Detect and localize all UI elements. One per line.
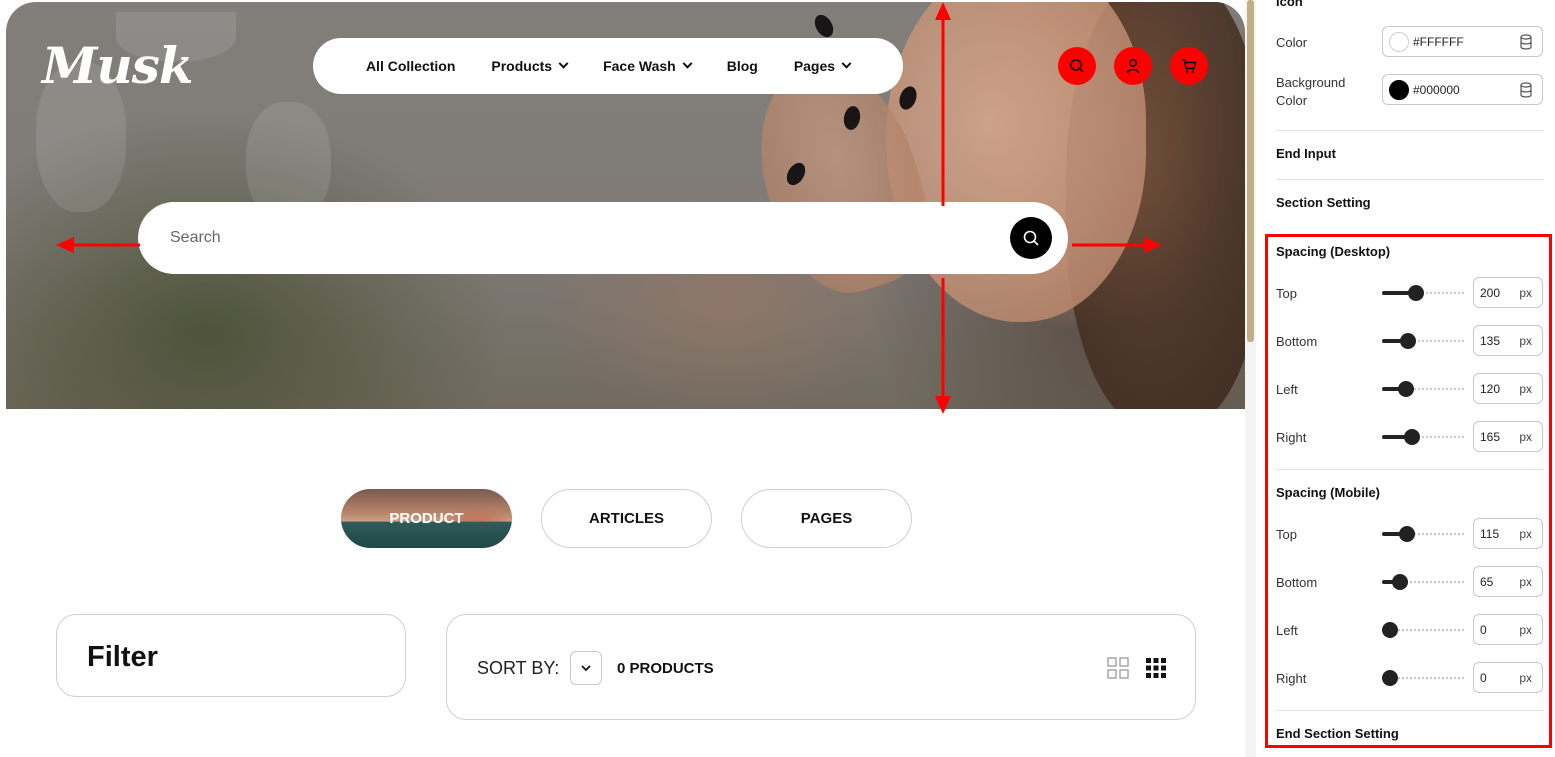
background-color-picker[interactable]: #000000 — [1382, 74, 1543, 105]
nav-item-pages[interactable]: Pages — [794, 58, 852, 74]
icon-section-title: Icon — [1276, 0, 1303, 9]
search-input[interactable] — [170, 222, 970, 254]
database-icon — [1520, 82, 1532, 98]
header-account-button[interactable] — [1114, 47, 1152, 85]
hero-search-bar — [138, 202, 1068, 274]
preview-scrollbar[interactable] — [1245, 0, 1256, 757]
search-icon — [1070, 59, 1084, 73]
search-icon — [1023, 230, 1039, 246]
arrow-down-icon — [935, 278, 951, 414]
tab-articles[interactable]: ARTICLES — [541, 489, 712, 548]
nav-item-products[interactable]: Products — [491, 58, 569, 74]
section-setting-heading[interactable]: Section Setting — [1276, 195, 1371, 210]
filter-title: Filter — [87, 641, 158, 673]
brand-logo[interactable]: Musk — [42, 36, 193, 95]
store-preview: Musk All Collection Products Face Wash B… — [0, 0, 1256, 757]
grid-2-view-icon[interactable] — [1107, 657, 1129, 679]
background-color-label: Background Color — [1276, 75, 1346, 108]
nav-item-blog[interactable]: Blog — [727, 58, 758, 74]
color-swatch — [1389, 80, 1409, 100]
preview-scrollbar-thumb[interactable] — [1247, 0, 1254, 342]
arrow-left-icon — [56, 237, 140, 253]
main-navigation: All Collection Products Face Wash Blog P… — [313, 38, 903, 94]
cart-icon — [1182, 59, 1197, 73]
sort-select[interactable] — [570, 651, 602, 685]
user-icon — [1126, 59, 1140, 74]
grid-3-view-icon[interactable] — [1145, 657, 1167, 679]
search-submit-button[interactable] — [1010, 217, 1052, 259]
header-cart-button[interactable] — [1170, 47, 1208, 85]
sort-toolbar: SORT BY: 0 PRODUCTS — [446, 614, 1196, 720]
color-label: Color — [1276, 35, 1308, 50]
header-search-button[interactable] — [1058, 47, 1096, 85]
product-count: 0 PRODUCTS — [617, 660, 714, 677]
search-result-tabs: PRODUCT ARTICLES PAGES — [341, 489, 912, 548]
icon-color-picker[interactable]: #FFFFFF — [1382, 26, 1543, 57]
nav-item-face-wash[interactable]: Face Wash — [603, 58, 693, 74]
nav-item-all-collection[interactable]: All Collection — [366, 58, 455, 74]
filter-panel: Filter — [56, 614, 406, 697]
database-icon — [1520, 34, 1532, 50]
tab-pages[interactable]: PAGES — [741, 489, 912, 548]
chevron-down-icon — [581, 665, 591, 672]
end-input-heading[interactable]: End Input — [1276, 146, 1336, 161]
chevron-down-icon — [558, 58, 569, 69]
chevron-down-icon — [841, 58, 852, 69]
spacing-highlight-frame — [1265, 234, 1552, 748]
arrow-up-icon — [935, 2, 951, 206]
chevron-down-icon — [682, 58, 693, 69]
color-swatch — [1389, 32, 1409, 52]
sort-by-label: SORT BY: — [477, 658, 560, 678]
arrow-right-icon — [1072, 237, 1162, 253]
tab-product[interactable]: PRODUCT — [341, 489, 512, 548]
